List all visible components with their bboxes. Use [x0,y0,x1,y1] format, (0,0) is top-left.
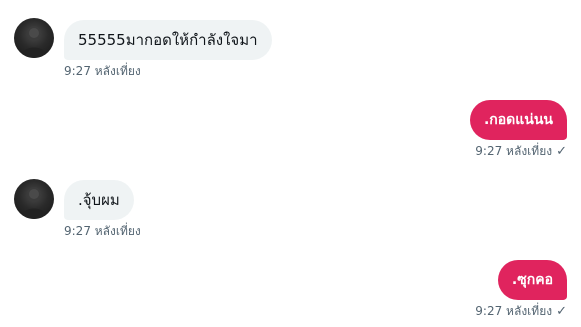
check-icon: ✓ [556,144,567,159]
message-bubble-outgoing[interactable]: .กอดแน่นน [469,100,567,140]
timestamp-text: 9:27 หลังเที่ยง [475,304,553,318]
timestamp-text: 9:27 หลังเที่ยง [64,224,141,238]
avatar[interactable] [14,179,54,219]
message-timestamp: 9:27 หลังเที่ยง [64,63,141,79]
message-bubble-outgoing[interactable]: .ซุกคอ [497,260,567,300]
timestamp-text: 9:27 หลังเที่ยง [64,64,141,78]
timestamp-text: 9:27 หลังเที่ยง [475,144,553,158]
message-timestamp: 9:27 หลังเที่ยง [64,223,141,239]
message-bubble-incoming[interactable]: .จุ้บผม [64,180,134,220]
avatar[interactable] [14,18,54,58]
message-timestamp: 9:27 หลังเที่ยง ✓ [475,303,567,320]
message-timestamp: 9:27 หลังเที่ยง ✓ [475,143,567,160]
check-icon: ✓ [556,304,567,319]
message-bubble-incoming[interactable]: 55555มากอดให้กำลังใจมา [64,20,272,60]
